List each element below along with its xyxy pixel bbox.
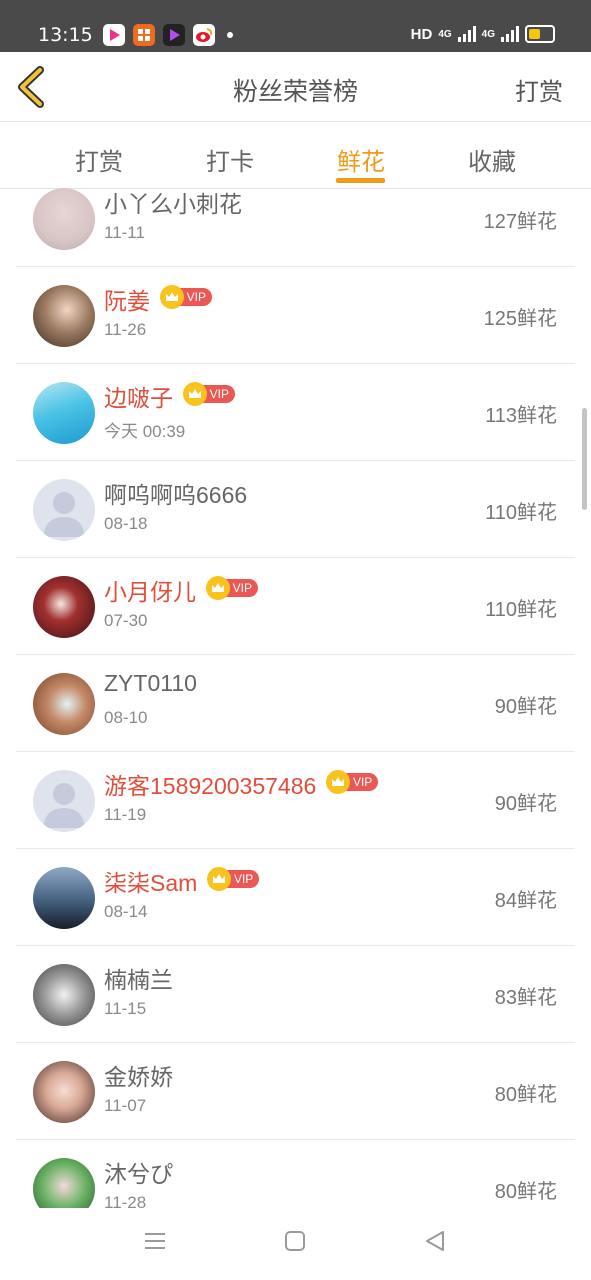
music-app-icon: [163, 24, 185, 46]
avatar: [33, 382, 95, 444]
avatar: [33, 285, 95, 347]
crown-icon: [206, 576, 230, 600]
avatar: [33, 1158, 95, 1208]
user-date: 08-10: [104, 708, 148, 727]
status-bar: 13:15 HD 4G 4G: [0, 0, 591, 52]
video-app-icon: [103, 24, 125, 46]
back-icon[interactable]: [424, 1230, 446, 1252]
list-item[interactable]: 沐兮ぴ 11-28 80鲜花: [16, 1139, 575, 1208]
hd-indicator: HD: [410, 25, 433, 43]
scrollbar[interactable]: [582, 408, 587, 510]
list-item[interactable]: 金娇娇 11-07 80鲜花: [16, 1042, 575, 1140]
crown-icon: [183, 382, 207, 406]
vip-badge: VIP: [207, 867, 260, 891]
avatar: [33, 964, 95, 1026]
signal-icon: [457, 26, 476, 42]
flower-count: 90鲜花: [494, 696, 557, 718]
user-date: 08-18: [104, 514, 148, 533]
flower-count: 80鲜花: [494, 1084, 557, 1106]
user-date: 07-30: [104, 611, 148, 630]
tab-checkin[interactable]: 打卡: [170, 142, 290, 177]
user-date: 11-15: [104, 999, 147, 1018]
user-date: 11-26: [104, 320, 147, 339]
avatar: [33, 576, 95, 638]
avatar: [33, 479, 95, 541]
vip-badge: VIP: [206, 576, 258, 600]
list-item[interactable]: 边啵子 VIP 今天 00:39 113鲜花: [16, 363, 575, 461]
active-tab-indicator: [336, 178, 385, 183]
user-name: 小丫么小刺花: [104, 191, 242, 217]
avatar: [33, 867, 95, 929]
user-name: 金娇娇: [104, 1064, 173, 1090]
flower-count: 84鲜花: [494, 890, 557, 912]
user-name: 楠楠兰: [104, 967, 173, 993]
menu-icon[interactable]: [143, 1230, 167, 1252]
tab-bar: 打赏 打卡 鲜花 收藏: [0, 122, 591, 189]
user-name: 啊呜啊呜6666: [104, 482, 248, 508]
avatar: [33, 1061, 95, 1123]
list-item[interactable]: 啊呜啊呜6666 08-18 110鲜花: [16, 460, 575, 558]
battery-icon: [525, 25, 555, 43]
network-type-2: 4G: [481, 28, 495, 40]
page-title: 粉丝荣誉榜: [232, 78, 358, 106]
list-item[interactable]: ZYT0110 08-10 90鲜花: [16, 654, 575, 752]
default-avatar-icon: [43, 492, 85, 537]
tab-favorites[interactable]: 收藏: [432, 142, 552, 177]
vip-badge: VIP: [326, 770, 379, 794]
list-item[interactable]: 楠楠兰 11-15 83鲜花: [16, 945, 575, 1043]
weibo-icon: [193, 24, 215, 46]
user-name: ZYT0110: [104, 670, 197, 696]
notification-dot: [227, 32, 233, 38]
user-name: 游客1589200357486 VIP: [104, 767, 379, 801]
signal-icon-2: [501, 26, 519, 42]
top-nav-bar: 粉丝荣誉榜 打赏: [0, 52, 591, 122]
crown-icon: [160, 285, 184, 309]
user-date: 今天 00:39: [104, 422, 186, 441]
user-name: 边啵子 VIP: [104, 379, 235, 413]
user-name: 小月伢儿 VIP: [104, 573, 258, 607]
flower-count: 83鲜花: [494, 987, 557, 1009]
user-name: 沐兮ぴ: [104, 1161, 173, 1187]
vip-badge: VIP: [160, 285, 212, 309]
avatar: [33, 188, 95, 250]
reward-button[interactable]: 打赏: [515, 72, 563, 107]
flower-count: 80鲜花: [494, 1181, 557, 1203]
avatar: [33, 673, 95, 735]
network-type-1: 4G: [438, 28, 452, 40]
flower-count: 127鲜花: [483, 211, 557, 233]
user-name: 柒柒Sam VIP: [104, 864, 260, 898]
home-icon[interactable]: [284, 1230, 306, 1252]
list-item[interactable]: 游客1589200357486 VIP 11-19 90鲜花: [16, 751, 575, 849]
user-date: 11-19: [104, 805, 147, 824]
list-item[interactable]: 小丫么小刺花 11-11 127鲜花: [16, 188, 575, 267]
avatar: [33, 770, 95, 832]
flower-count: 125鲜花: [483, 308, 557, 330]
fan-ranking-list: 小丫么小刺花 11-11 127鲜花 阮姜 VIP 11-26 125鲜花 边啵子…: [0, 188, 591, 1208]
flower-count: 90鲜花: [494, 793, 557, 815]
list-item[interactable]: 柒柒Sam VIP 08-14 84鲜花: [16, 848, 575, 946]
user-name: 阮姜 VIP: [104, 282, 212, 316]
tab-reward[interactable]: 打赏: [39, 142, 159, 177]
flower-count: 113鲜花: [485, 405, 557, 427]
flower-count: 110鲜花: [485, 502, 557, 524]
tab-flowers[interactable]: 鲜花: [301, 142, 421, 177]
user-date: 11-11: [104, 223, 145, 242]
user-date: 11-07: [104, 1096, 147, 1115]
default-avatar-icon: [43, 783, 85, 828]
flower-count: 110鲜花: [485, 599, 557, 621]
system-nav-bar: [0, 1208, 591, 1280]
vip-badge: VIP: [183, 382, 235, 406]
user-date: 08-14: [104, 902, 148, 921]
reading-app-icon: [133, 24, 155, 46]
status-notification-icons: [103, 24, 233, 46]
status-time: 13:15: [38, 24, 93, 46]
list-item[interactable]: 小月伢儿 VIP 07-30 110鲜花: [16, 557, 575, 655]
user-date: 11-28: [104, 1193, 147, 1208]
list-item[interactable]: 阮姜 VIP 11-26 125鲜花: [16, 266, 575, 364]
status-indicators: HD 4G 4G: [411, 25, 555, 43]
